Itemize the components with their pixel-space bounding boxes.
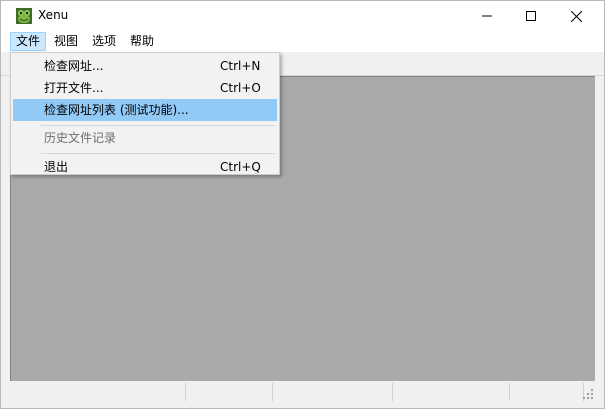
menu-view[interactable]: 视图 [49, 32, 83, 51]
menu-file[interactable]: 文件 [10, 32, 47, 51]
menu-item-label: 退出 [44, 160, 69, 174]
status-bar [9, 382, 596, 402]
menu-bar: 文件 视图 选项 帮助 [1, 31, 604, 52]
menu-item-history[interactable]: 历史文件记录 [13, 127, 277, 149]
menu-separator [41, 153, 275, 154]
menu-separator [41, 125, 275, 126]
menu-item-check-url-list[interactable]: 检查网址列表 (测试功能)... [13, 99, 277, 121]
status-pane-3 [273, 383, 393, 401]
menu-item-label: 历史文件记录 [44, 131, 117, 145]
close-button[interactable] [553, 1, 599, 31]
file-menu-dropdown: 检查网址... Ctrl+N 打开文件... Ctrl+O 检查网址列表 (测试… [10, 52, 280, 175]
menu-options[interactable]: 选项 [87, 32, 121, 51]
menu-item-label: 检查网址列表 (测试功能)... [44, 103, 189, 117]
menu-item-shortcut: Ctrl+O [220, 81, 261, 95]
maximize-icon [526, 11, 536, 21]
menu-item-shortcut: Ctrl+N [220, 59, 261, 73]
status-pane-1 [9, 383, 186, 401]
window-title: Xenu [38, 8, 69, 22]
minimize-icon [482, 15, 492, 17]
menu-item-open-file[interactable]: 打开文件... Ctrl+O [13, 77, 277, 99]
maximize-button[interactable] [508, 1, 554, 31]
menu-item-check-url[interactable]: 检查网址... Ctrl+N [13, 55, 277, 77]
close-icon [570, 10, 582, 22]
title-bar[interactable]: Xenu [1, 1, 604, 31]
xenu-frog-icon [16, 8, 32, 24]
menu-item-exit[interactable]: 退出 Ctrl+Q [13, 156, 277, 174]
status-pane-4 [393, 383, 510, 401]
app-window: Xenu 文件 视图 选项 帮助 检查网址... Ctrl+N 打开文件... … [0, 0, 605, 409]
menu-item-label: 检查网址... [44, 59, 104, 73]
minimize-button[interactable] [464, 1, 510, 31]
menu-help[interactable]: 帮助 [125, 32, 159, 51]
status-pane-2 [186, 383, 273, 401]
status-pane-5 [510, 383, 584, 401]
menu-item-label: 打开文件... [44, 81, 104, 95]
resize-grip-icon[interactable] [582, 388, 594, 400]
menu-item-shortcut: Ctrl+Q [220, 160, 261, 174]
